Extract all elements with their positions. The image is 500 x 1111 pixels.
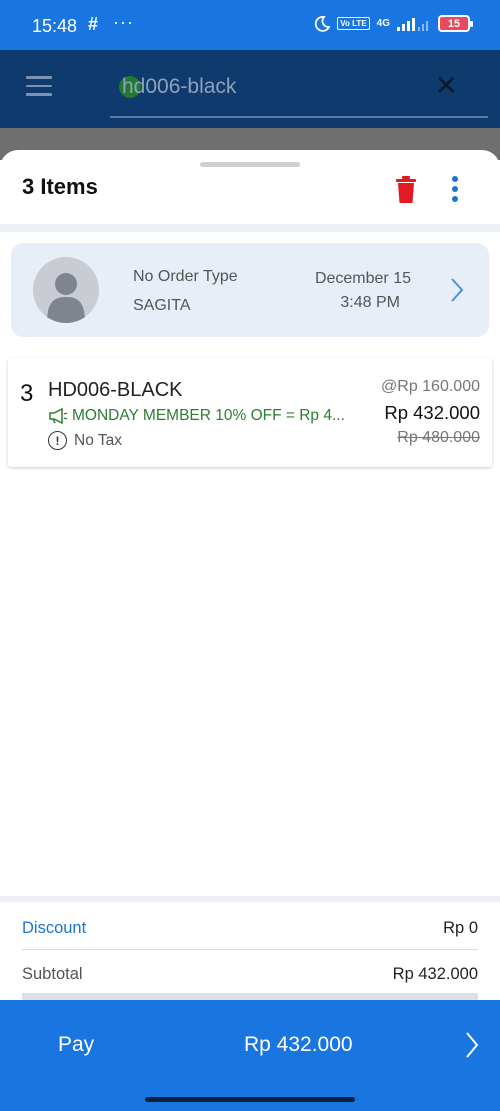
search-field[interactable]: ✕ bbox=[110, 66, 488, 118]
system-nav-bar bbox=[0, 1090, 500, 1111]
unit-price: @Rp 160.000 bbox=[381, 378, 480, 395]
order-time: 3:48 PM bbox=[340, 294, 400, 311]
pay-label: Pay bbox=[58, 1033, 95, 1056]
status-icons: Vo LTE 4G 15 bbox=[314, 15, 473, 32]
avatar bbox=[33, 257, 99, 323]
megaphone-icon bbox=[49, 408, 68, 424]
sheet-title: 3 Items bbox=[22, 174, 98, 199]
more-notifications-icon: ··· bbox=[113, 12, 134, 32]
info-icon: ! bbox=[48, 431, 67, 450]
drag-handle[interactable] bbox=[200, 162, 300, 167]
battery-icon: 15 bbox=[438, 15, 473, 32]
order-date: December 15 bbox=[314, 270, 411, 287]
customer-card[interactable]: No Order Type SAGITA December 15 3:48 PM bbox=[11, 243, 489, 337]
search-input[interactable] bbox=[122, 72, 442, 102]
close-icon[interactable]: ✕ bbox=[435, 72, 458, 100]
more-vert-icon[interactable] bbox=[449, 176, 461, 206]
signal-icon bbox=[397, 17, 428, 31]
original-price: Rp 480.000 bbox=[397, 429, 480, 446]
battery-level: 15 bbox=[447, 17, 461, 30]
customer-name: SAGITA bbox=[133, 297, 191, 314]
line-item[interactable]: 3 HD006-BLACK MONDAY MEMBER 10% OFF = Rp… bbox=[8, 358, 492, 467]
item-promo: MONDAY MEMBER 10% OFF = Rp 4... bbox=[48, 407, 345, 425]
header-separator bbox=[0, 224, 500, 232]
chevron-right-icon bbox=[466, 1032, 479, 1058]
status-bar: 15:48 # ··· Vo LTE 4G 15 bbox=[0, 0, 500, 50]
network-type: 4G bbox=[376, 18, 390, 29]
discount-value: Rp 0 bbox=[443, 919, 478, 937]
promo-text: MONDAY MEMBER 10% OFF = Rp 4... bbox=[72, 407, 345, 424]
item-total: Rp 432.000 bbox=[384, 402, 480, 423]
moon-icon bbox=[315, 15, 331, 32]
slack-icon: # bbox=[88, 14, 99, 34]
trash-icon[interactable] bbox=[394, 176, 418, 204]
summary-separator bbox=[0, 896, 500, 902]
pay-amount: Rp 432.000 bbox=[244, 1033, 353, 1056]
subtotal-value: Rp 432.000 bbox=[392, 965, 478, 983]
menu-icon[interactable] bbox=[26, 76, 52, 96]
item-quantity: 3 bbox=[20, 380, 34, 407]
home-gesture-bar[interactable] bbox=[145, 1097, 355, 1102]
subtotal-label: Subtotal bbox=[22, 965, 83, 983]
divider bbox=[22, 949, 478, 950]
volte-badge: Vo LTE bbox=[337, 17, 370, 30]
search-app-bar: ✕ bbox=[0, 50, 500, 128]
status-time: 15:48 bbox=[32, 16, 78, 36]
item-name: HD006-BLACK bbox=[48, 379, 183, 401]
discount-link[interactable]: Discount bbox=[22, 919, 86, 938]
tax-text: No Tax bbox=[74, 431, 122, 449]
cart-bottom-sheet: 3 Items No Order Type SAGITA December 15… bbox=[0, 150, 500, 1111]
item-tax: ! No Tax bbox=[48, 431, 122, 450]
pay-button[interactable]: Pay Rp 432.000 bbox=[0, 1000, 500, 1090]
order-type: No Order Type bbox=[133, 268, 238, 285]
chevron-right-icon[interactable] bbox=[449, 276, 465, 304]
person-icon bbox=[47, 273, 85, 323]
